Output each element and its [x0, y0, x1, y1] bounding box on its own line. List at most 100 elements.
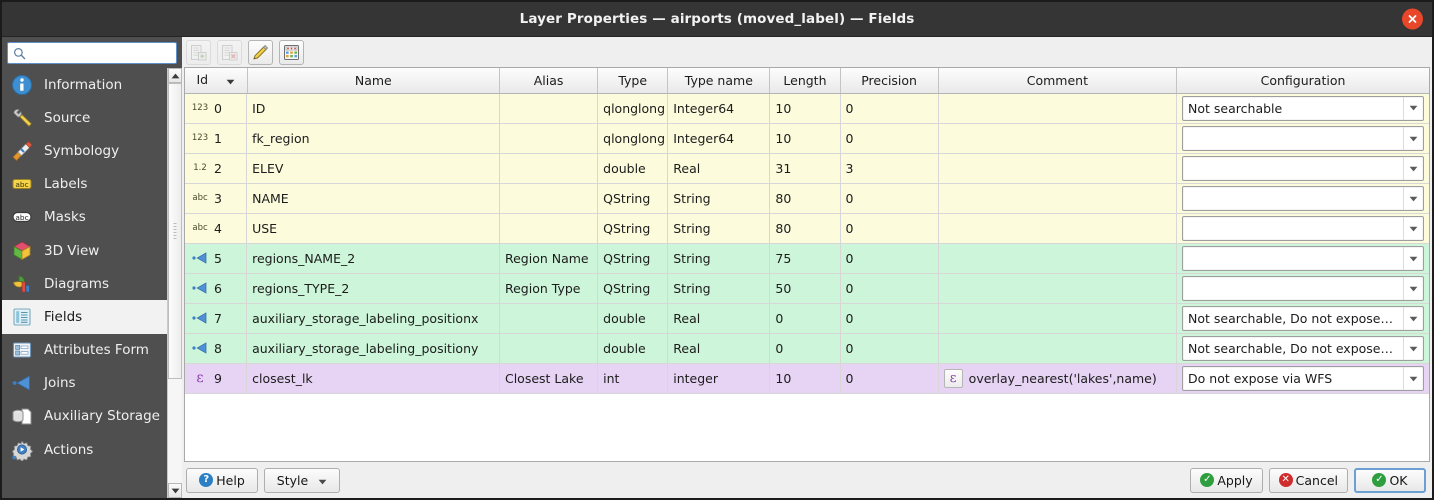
- configuration-combobox[interactable]: Not searchable, Do not expose…: [1182, 306, 1424, 331]
- new-field-button[interactable]: [186, 40, 211, 65]
- window-body: Information Source: [2, 37, 1432, 498]
- expression-editor-icon[interactable]: ε: [944, 369, 963, 388]
- main-panel: Id Name Alias Type Type name Length Prec…: [182, 37, 1432, 498]
- scroll-up-arrow-icon[interactable]: [168, 68, 182, 83]
- cell-precision: 0: [840, 304, 938, 334]
- column-header-id[interactable]: Id: [185, 68, 247, 93]
- table-row[interactable]: 8auxiliary_storage_labeling_positionydou…: [185, 334, 1429, 364]
- sidebar-item-auxiliary-storage[interactable]: Auxiliary Storage: [2, 400, 167, 433]
- chevron-down-icon[interactable]: [1403, 307, 1423, 330]
- delete-field-icon: [221, 44, 238, 61]
- layer-properties-window: Layer Properties — airports (moved_label…: [0, 0, 1434, 500]
- cell-alias: Closest Lake: [499, 364, 597, 394]
- cell-comment: [938, 214, 1176, 244]
- cell-precision: 0: [840, 244, 938, 274]
- column-header-precision[interactable]: Precision: [840, 68, 938, 93]
- sidebar-item-fields[interactable]: Fields: [2, 300, 167, 333]
- apply-button[interactable]: ✓ Apply: [1190, 468, 1262, 493]
- table-row[interactable]: 6regions_TYPE_2Region TypeQStringString5…: [185, 274, 1429, 304]
- cell-comment: [938, 274, 1176, 304]
- delete-field-button[interactable]: [217, 40, 242, 65]
- configuration-combobox[interactable]: [1182, 156, 1424, 181]
- column-header-comment[interactable]: Comment: [938, 68, 1176, 93]
- chevron-down-icon[interactable]: [1403, 217, 1423, 240]
- chevron-down-icon[interactable]: [1403, 367, 1423, 390]
- chevron-down-icon[interactable]: [1403, 187, 1423, 210]
- field-id: 1: [214, 131, 222, 146]
- sidebar-item-source[interactable]: Source: [2, 101, 167, 134]
- search-box[interactable]: [7, 42, 177, 64]
- scrollbar-thumb[interactable]: [168, 83, 182, 379]
- table-row[interactable]: 5regions_NAME_2Region NameQStringString7…: [185, 244, 1429, 274]
- cell-length: 10: [770, 364, 840, 394]
- sidebar-item-actions[interactable]: Actions: [2, 433, 167, 466]
- configuration-value: Not searchable, Do not expose…: [1183, 311, 1403, 326]
- cell-name: NAME: [247, 184, 499, 214]
- configuration-combobox[interactable]: [1182, 276, 1424, 301]
- sidebar-item-label: Attributes Form: [44, 342, 149, 358]
- cell-type: double: [598, 334, 668, 364]
- table-row[interactable]: abc3NAMEQStringString800: [185, 184, 1429, 214]
- column-header-type[interactable]: Type: [598, 68, 668, 93]
- table-row[interactable]: 1231fk_regionqlonglongInteger64100: [185, 124, 1429, 154]
- sidebar-search-wrap: [2, 37, 182, 68]
- configuration-combobox[interactable]: [1182, 246, 1424, 271]
- cell-configuration: [1177, 124, 1429, 154]
- chevron-down-icon[interactable]: [1403, 277, 1423, 300]
- configuration-value: Not searchable: [1183, 101, 1403, 116]
- chevron-down-icon[interactable]: [1403, 157, 1423, 180]
- chevron-down-icon[interactable]: [1403, 247, 1423, 270]
- sidebar-item-label: Information: [44, 77, 122, 93]
- table-row[interactable]: 1230IDqlonglongInteger64100Not searchabl…: [185, 93, 1429, 124]
- configuration-combobox[interactable]: [1182, 216, 1424, 241]
- table-row[interactable]: 1.22ELEVdoubleReal313: [185, 154, 1429, 184]
- sidebar-item-3d-view[interactable]: 3D View: [2, 234, 167, 267]
- search-input[interactable]: [30, 46, 180, 60]
- table-row[interactable]: ε9closest_lkClosest Lakeintinteger100εov…: [185, 364, 1429, 394]
- cell-comment: [938, 184, 1176, 214]
- configuration-combobox[interactable]: Not searchable, Do not expose…: [1182, 336, 1424, 361]
- field-calculator-button[interactable]: [279, 40, 304, 65]
- cell-id: 6: [185, 274, 247, 304]
- column-header-length[interactable]: Length: [770, 68, 840, 93]
- sidebar-item-labels[interactable]: abc Labels: [2, 168, 167, 201]
- configuration-value: Do not expose via WFS: [1183, 371, 1403, 386]
- cell-configuration: [1177, 154, 1429, 184]
- toggle-editing-button[interactable]: [248, 40, 273, 65]
- help-button[interactable]: ? Help: [186, 468, 258, 493]
- field-type-icon: 123: [190, 104, 210, 113]
- cell-alias: [499, 124, 597, 154]
- cell-name: ID: [247, 93, 499, 124]
- sidebar-scrollbar[interactable]: [167, 68, 182, 498]
- sidebar-item-diagrams[interactable]: Diagrams: [2, 267, 167, 300]
- column-header-alias[interactable]: Alias: [499, 68, 597, 93]
- titlebar: Layer Properties — airports (moved_label…: [2, 2, 1432, 37]
- sidebar-item-attributes-form[interactable]: Attributes Form: [2, 334, 167, 367]
- sidebar-item-joins[interactable]: Joins: [2, 367, 167, 400]
- cell-name: auxiliary_storage_labeling_positionx: [247, 304, 499, 334]
- table-row[interactable]: 7auxiliary_storage_labeling_positionxdou…: [185, 304, 1429, 334]
- close-icon[interactable]: [1402, 9, 1423, 30]
- sidebar-item-information[interactable]: Information: [2, 68, 167, 101]
- column-header-name[interactable]: Name: [247, 68, 499, 93]
- ok-button[interactable]: ✓ OK: [1354, 468, 1426, 493]
- chevron-down-icon[interactable]: [1403, 127, 1423, 150]
- column-header-configuration[interactable]: Configuration: [1177, 68, 1429, 93]
- configuration-combobox[interactable]: Do not expose via WFS: [1182, 366, 1424, 391]
- column-header-type-name[interactable]: Type name: [668, 68, 770, 93]
- configuration-combobox[interactable]: Not searchable: [1182, 96, 1424, 121]
- joins-icon: [10, 371, 34, 395]
- cell-configuration: [1177, 214, 1429, 244]
- style-button[interactable]: Style: [264, 468, 340, 493]
- configuration-combobox[interactable]: [1182, 186, 1424, 211]
- sidebar-item-symbology[interactable]: Symbology: [2, 134, 167, 167]
- sidebar-item-label: Symbology: [44, 143, 119, 159]
- sidebar-item-masks[interactable]: abc Masks: [2, 201, 167, 234]
- chevron-down-icon[interactable]: [1403, 337, 1423, 360]
- configuration-combobox[interactable]: [1182, 126, 1424, 151]
- cancel-button[interactable]: ✕ Cancel: [1269, 468, 1348, 493]
- table-row[interactable]: abc4USEQStringString800: [185, 214, 1429, 244]
- scrollbar-track[interactable]: [168, 83, 182, 483]
- scroll-down-arrow-icon[interactable]: [168, 483, 182, 498]
- chevron-down-icon[interactable]: [1403, 97, 1423, 120]
